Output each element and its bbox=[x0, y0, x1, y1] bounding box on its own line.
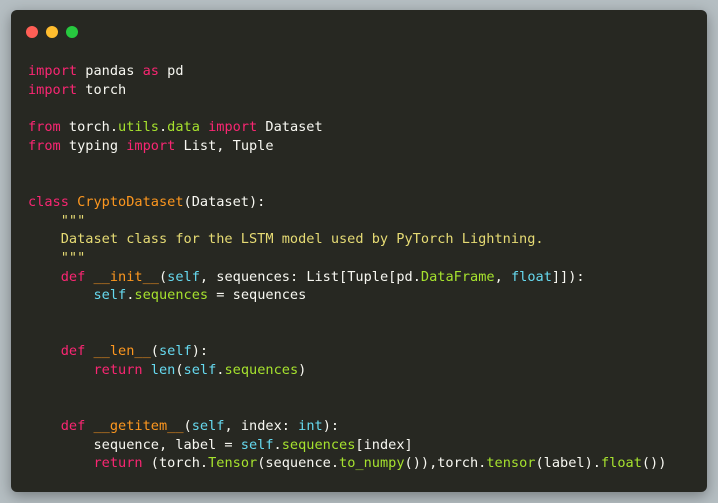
code-line: import pandas as pd bbox=[28, 63, 184, 79]
code-line: def __getitem__(self, index: int): bbox=[60, 418, 340, 435]
code-line: def __len__(self): bbox=[60, 343, 209, 360]
code-line: class CryptoDataset(Dataset): bbox=[28, 193, 266, 210]
window-controls bbox=[26, 26, 78, 38]
code-line: import torch bbox=[28, 81, 127, 98]
maximize-icon[interactable] bbox=[66, 26, 78, 38]
code-line: """ bbox=[60, 212, 86, 229]
code-line: def __init__(self, sequences: List[Tuple… bbox=[60, 268, 585, 285]
code-line: return len(self.sequences) bbox=[93, 362, 307, 378]
code-line: return (torch.Tensor(sequence.to_numpy()… bbox=[93, 455, 667, 472]
code-line: from torch.utils.data import Dataset bbox=[28, 119, 323, 136]
code-line: Dataset class for the LSTM model used by… bbox=[28, 231, 544, 248]
code-line: self.sequences = sequences bbox=[93, 287, 307, 304]
code-line: sequence, label = self.sequences[index] bbox=[28, 436, 413, 453]
code-block: import pandas as pd import torch from tor… bbox=[28, 62, 666, 473]
code-line: from typing import List, Tuple bbox=[28, 137, 274, 154]
close-icon[interactable] bbox=[26, 26, 38, 38]
minimize-icon[interactable] bbox=[46, 26, 58, 38]
code-line: """ bbox=[60, 249, 86, 266]
code-window: import pandas as pd import torch from tor… bbox=[11, 10, 707, 492]
